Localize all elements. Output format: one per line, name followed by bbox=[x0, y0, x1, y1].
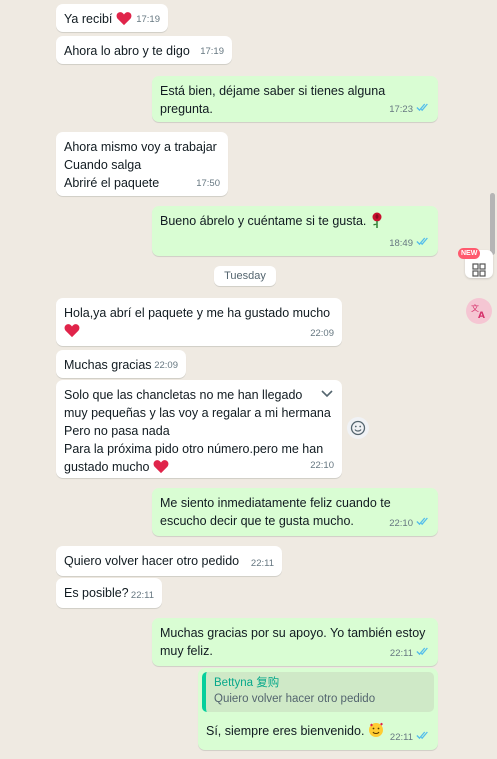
message-meta: 17:19 bbox=[136, 11, 160, 29]
message-outgoing[interactable]: Está bien, déjame saber si tienes alguna… bbox=[152, 76, 438, 122]
message-meta: 22:11 bbox=[131, 587, 154, 605]
message-time: 17:50 bbox=[196, 178, 220, 189]
message-text: Bueno ábrelo y cuéntame si te gusta. bbox=[160, 214, 367, 228]
read-ticks-icon bbox=[416, 515, 430, 533]
message-time: 22:09 bbox=[310, 328, 334, 339]
message-incoming[interactable]: Hola,ya abrí el paquete y me ha gustado … bbox=[56, 298, 342, 346]
message-incoming[interactable]: Es posible? 22:11 bbox=[56, 578, 162, 608]
message-time: 22:11 bbox=[389, 732, 413, 743]
message-line: Hola,ya abrí el paquete y me ha gustado … bbox=[64, 306, 331, 320]
quoted-text: Quiero volver hacer otro pedido bbox=[214, 693, 376, 705]
message-meta: 17:50 bbox=[196, 175, 220, 193]
message-meta: 22:11 bbox=[390, 645, 430, 663]
message-text: Sí, siempre eres bienvenido. bbox=[206, 724, 365, 738]
heart-emoji-icon bbox=[64, 323, 80, 343]
read-ticks-icon bbox=[416, 645, 430, 663]
message-text: Ahora lo abro y te digo bbox=[64, 44, 190, 58]
message-text: Ya recibí bbox=[64, 12, 113, 26]
smiling-face-with-hearts-emoji-icon bbox=[368, 722, 384, 743]
smiley-icon bbox=[350, 420, 366, 436]
new-badge: NEW bbox=[458, 248, 481, 259]
translate-icon: 文A bbox=[471, 303, 485, 320]
message-line: Está bien, déjame saber si tienes alguna bbox=[160, 84, 386, 98]
message-line: muy pequeñas y las voy a regalar a mi he… bbox=[64, 406, 331, 420]
translate-button[interactable]: 文A bbox=[466, 298, 492, 324]
message-time: 22:09 bbox=[154, 360, 178, 371]
message-meta: 18:49 bbox=[389, 235, 430, 253]
message-incoming[interactable]: Ahora mismo voy a trabajar Cuando salga … bbox=[56, 132, 228, 196]
message-time: 17:19 bbox=[136, 14, 160, 25]
message-outgoing[interactable]: Bueno ábrelo y cuéntame si te gusta. 18:… bbox=[152, 206, 438, 256]
message-line: Ahora mismo voy a trabajar bbox=[64, 140, 217, 154]
message-line: Muchas gracias por su apoyo. Yo también … bbox=[160, 626, 426, 640]
message-line: gustado mucho bbox=[64, 460, 150, 474]
message-outgoing-reply[interactable]: Bettyna 复购 Quiero volver hacer otro pedi… bbox=[198, 668, 438, 750]
message-meta: 22:09 bbox=[310, 325, 334, 343]
message-outgoing[interactable]: Muchas gracias por su apoyo. Yo también … bbox=[152, 618, 438, 666]
message-incoming[interactable]: Solo que las chancletas no me han llegad… bbox=[56, 380, 342, 478]
read-ticks-icon bbox=[416, 235, 430, 253]
message-meta: 17:23 bbox=[389, 101, 430, 119]
scrollbar[interactable] bbox=[490, 193, 495, 255]
react-emoji-button[interactable] bbox=[347, 417, 369, 439]
day-separator: Tuesday bbox=[214, 266, 276, 286]
message-meta: 17:19 bbox=[200, 43, 224, 61]
message-meta: 22:10 bbox=[389, 515, 430, 533]
heart-emoji-icon bbox=[153, 459, 169, 479]
read-ticks-icon bbox=[416, 729, 430, 747]
message-time: 22:11 bbox=[250, 558, 274, 569]
message-text: Es posible? bbox=[64, 586, 129, 600]
message-outgoing[interactable]: Me siento inmediatamente feliz cuando te… bbox=[152, 488, 438, 536]
heart-emoji-icon bbox=[116, 11, 132, 31]
message-meta: 22:11 bbox=[251, 555, 274, 573]
message-meta: 22:09 bbox=[154, 357, 178, 375]
message-line: Para la próxima pido otro número.pero me… bbox=[64, 442, 324, 456]
message-text: Quiero volver hacer otro pedido bbox=[64, 554, 240, 568]
svg-text:A: A bbox=[478, 311, 485, 320]
message-time: 18:49 bbox=[389, 238, 413, 249]
message-meta: 22:11 bbox=[390, 729, 430, 747]
message-meta: 22:10 bbox=[310, 457, 334, 475]
quoted-message[interactable]: Bettyna 复购 Quiero volver hacer otro pedi… bbox=[202, 672, 434, 712]
read-ticks-icon bbox=[416, 101, 430, 119]
chat-area: Ya recibí 17:19 Ahora lo abro y te digo … bbox=[0, 0, 497, 759]
message-line: Solo que las chancletas no me han llegad… bbox=[64, 388, 303, 402]
message-incoming[interactable]: Ya recibí 17:19 bbox=[56, 4, 168, 32]
rose-emoji-icon bbox=[370, 212, 384, 233]
message-time: 22:11 bbox=[389, 648, 413, 659]
message-time: 17:23 bbox=[389, 104, 413, 115]
message-time: 17:19 bbox=[200, 46, 224, 57]
message-line: Cuando salga bbox=[64, 158, 142, 172]
message-line: Pero no pasa nada bbox=[64, 424, 170, 438]
message-line: Me siento inmediatamente feliz cuando te bbox=[160, 496, 391, 510]
message-incoming[interactable]: Quiero volver hacer otro pedido 22:11 bbox=[56, 546, 282, 576]
message-menu-chevron-icon[interactable] bbox=[320, 386, 334, 404]
message-time: 22:11 bbox=[130, 590, 154, 601]
message-time: 22:10 bbox=[310, 460, 334, 471]
message-text: Muchas gracias bbox=[64, 358, 152, 372]
message-incoming[interactable]: Muchas gracias 22:09 bbox=[56, 350, 186, 378]
quoted-author: Bettyna 复购 bbox=[214, 677, 280, 689]
message-incoming[interactable]: Ahora lo abro y te digo 17:19 bbox=[56, 36, 232, 64]
message-time: 22:10 bbox=[389, 518, 413, 529]
